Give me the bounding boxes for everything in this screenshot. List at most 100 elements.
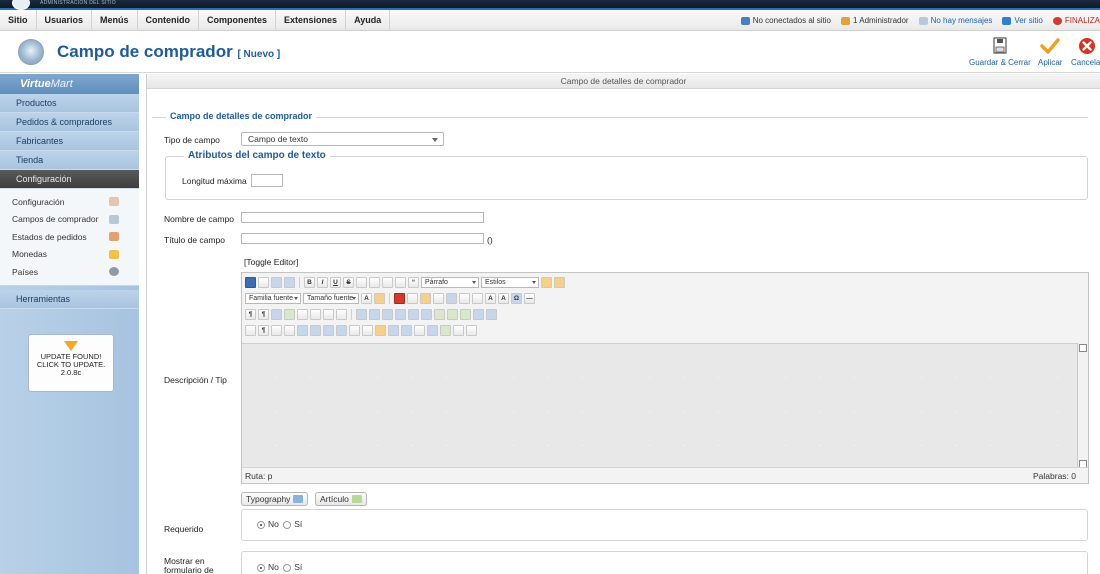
highlight-icon[interactable] bbox=[374, 292, 385, 304]
apply-button[interactable]: Aplicar bbox=[1038, 37, 1062, 67]
absolute-icon[interactable] bbox=[284, 324, 295, 336]
sidebar-item-productos[interactable]: Productos bbox=[0, 94, 139, 113]
cut-icon[interactable] bbox=[394, 292, 405, 304]
paste-word-icon[interactable] bbox=[446, 292, 457, 304]
fullscreen-icon[interactable] bbox=[271, 308, 282, 320]
insert-row-after-icon[interactable] bbox=[408, 308, 419, 320]
field-name-input[interactable] bbox=[241, 212, 484, 223]
menu-sitio[interactable]: Sitio bbox=[0, 10, 37, 31]
visual-aid-icon[interactable] bbox=[245, 324, 256, 336]
sidebar-item-pedidos[interactable]: Pedidos & compradores bbox=[0, 113, 139, 132]
anchor-icon[interactable] bbox=[414, 324, 425, 336]
show-no-radio[interactable] bbox=[257, 563, 265, 572]
delete-col-icon[interactable] bbox=[460, 308, 471, 320]
delete-row-icon[interactable] bbox=[421, 308, 432, 320]
cleanup-icon[interactable] bbox=[554, 276, 565, 288]
font-size-select[interactable]: Tamaño fuente bbox=[303, 292, 359, 304]
submenu-campos-comprador[interactable]: Campos de comprador bbox=[0, 211, 139, 229]
template-icon[interactable] bbox=[297, 308, 308, 320]
sidebar-item-herramientas[interactable]: Herramientas bbox=[0, 289, 139, 309]
align-right-icon[interactable] bbox=[382, 276, 393, 288]
update-notice[interactable]: UPDATE FOUND! CLICK TO UPDATE. 2.0.8c bbox=[28, 334, 114, 392]
table-icon[interactable] bbox=[356, 308, 367, 320]
bold-icon[interactable]: B bbox=[304, 276, 315, 288]
bullet-list-icon[interactable] bbox=[459, 292, 470, 304]
max-length-input[interactable] bbox=[251, 174, 283, 187]
eraser-icon[interactable] bbox=[541, 276, 552, 288]
rtl-icon[interactable]: ¶ bbox=[258, 308, 269, 320]
scroll-up-icon[interactable] bbox=[1079, 344, 1087, 352]
font-family-select[interactable]: Familia fuente bbox=[245, 292, 301, 304]
typography-button[interactable]: Typography bbox=[241, 492, 309, 506]
new-document-icon[interactable] bbox=[258, 276, 269, 288]
show-yes-radio[interactable] bbox=[283, 563, 292, 572]
paste-text-icon[interactable] bbox=[433, 292, 444, 304]
align-center-icon[interactable] bbox=[369, 276, 380, 288]
paragraph-select[interactable]: Párrafo bbox=[421, 276, 479, 288]
link-icon[interactable] bbox=[388, 324, 399, 336]
required-no-radio[interactable] bbox=[257, 520, 265, 529]
image-icon[interactable] bbox=[427, 324, 438, 336]
print-icon[interactable] bbox=[310, 308, 321, 320]
insert-col-before-icon[interactable] bbox=[434, 308, 445, 320]
attribs-icon[interactable] bbox=[375, 324, 386, 336]
paste-icon[interactable] bbox=[420, 292, 431, 304]
copy-icon[interactable] bbox=[407, 292, 418, 304]
field-type-select[interactable]: Campo de texto bbox=[241, 132, 444, 146]
del-icon[interactable] bbox=[349, 324, 360, 336]
unlink-icon[interactable] bbox=[401, 324, 412, 336]
article-button[interactable]: Artículo bbox=[315, 492, 367, 506]
submenu-paises[interactable]: Países bbox=[0, 263, 139, 281]
cell-props-icon[interactable] bbox=[382, 308, 393, 320]
styles-select[interactable]: Estilos bbox=[481, 276, 539, 288]
editor-scrollbar[interactable] bbox=[1077, 343, 1088, 469]
submenu-configuracion[interactable]: Configuración bbox=[0, 193, 139, 211]
insert-row-before-icon[interactable] bbox=[395, 308, 406, 320]
row-props-icon[interactable] bbox=[369, 308, 380, 320]
save-close-button[interactable]: Guardar & Cerrar bbox=[969, 37, 1031, 67]
merge-cells-icon[interactable] bbox=[486, 308, 497, 320]
align-left-icon[interactable] bbox=[356, 276, 367, 288]
replace-icon[interactable] bbox=[336, 308, 347, 320]
code-icon[interactable] bbox=[466, 324, 477, 336]
strikethrough-icon[interactable]: S bbox=[343, 276, 354, 288]
styleprops-icon[interactable] bbox=[297, 324, 308, 336]
text-color-icon[interactable]: A bbox=[361, 292, 372, 304]
emoticon-icon[interactable] bbox=[440, 324, 451, 336]
sidebar-item-configuracion[interactable]: Configuración bbox=[0, 170, 139, 189]
editor-content-area[interactable] bbox=[242, 343, 1078, 469]
underline-icon[interactable]: U bbox=[330, 276, 341, 288]
preview-icon[interactable] bbox=[284, 308, 295, 320]
subscript-icon[interactable]: A bbox=[485, 292, 496, 304]
menu-contenido[interactable]: Contenido bbox=[138, 10, 200, 31]
menu-extensiones[interactable]: Extensiones bbox=[276, 10, 347, 31]
numbered-list-icon[interactable] bbox=[472, 292, 483, 304]
insert-col-after-icon[interactable] bbox=[447, 308, 458, 320]
menu-ayuda[interactable]: Ayuda bbox=[346, 10, 391, 31]
help-icon[interactable] bbox=[245, 276, 256, 288]
show-blocks-icon[interactable]: ¶ bbox=[258, 324, 269, 336]
charmap-icon[interactable]: Ω bbox=[511, 292, 522, 304]
superscript-icon[interactable]: A bbox=[498, 292, 509, 304]
logout-link[interactable]: FINALIZA bbox=[1052, 16, 1100, 25]
cancel-button[interactable]: Cancelar bbox=[1071, 37, 1100, 67]
abbr-icon[interactable] bbox=[323, 324, 334, 336]
acronym-icon[interactable] bbox=[336, 324, 347, 336]
cite-icon[interactable] bbox=[310, 324, 321, 336]
ltr-icon[interactable]: ¶ bbox=[245, 308, 256, 320]
submenu-monedas[interactable]: Monedas bbox=[0, 246, 139, 264]
required-yes-radio[interactable] bbox=[283, 520, 292, 529]
field-title-input[interactable] bbox=[241, 233, 484, 244]
blockquote-icon[interactable]: “ bbox=[408, 276, 419, 288]
menu-menus[interactable]: Menús bbox=[92, 10, 138, 31]
sidebar-item-fabricantes[interactable]: Fabricantes bbox=[0, 132, 139, 151]
align-justify-icon[interactable] bbox=[395, 276, 406, 288]
horizontal-rule-icon[interactable]: — bbox=[524, 292, 535, 304]
menu-componentes[interactable]: Componentes bbox=[199, 10, 277, 31]
view-site-link[interactable]: Ver sitio bbox=[1002, 16, 1043, 25]
media-icon[interactable] bbox=[453, 324, 464, 336]
italic-icon[interactable]: I bbox=[317, 276, 328, 288]
ins-icon[interactable] bbox=[362, 324, 373, 336]
messages-link[interactable]: No hay mensajes bbox=[918, 16, 992, 25]
undo-icon[interactable] bbox=[271, 276, 282, 288]
